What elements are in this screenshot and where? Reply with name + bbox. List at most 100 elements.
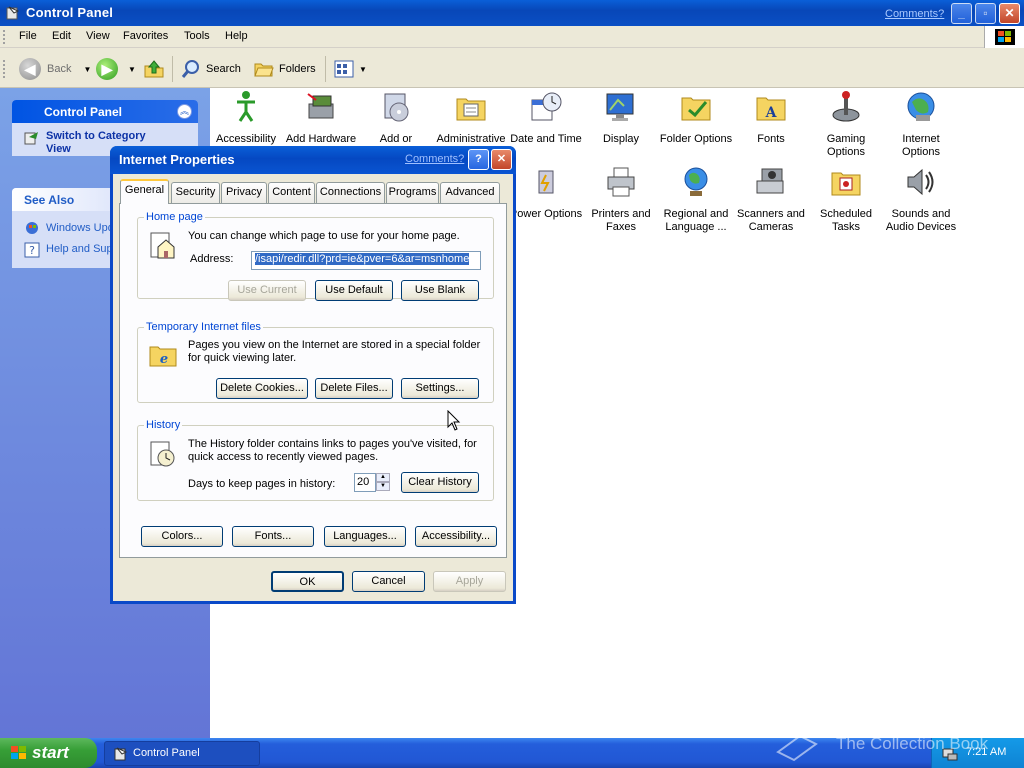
item-label: Regional and Language ... [663, 208, 729, 233]
folders-button[interactable]: Folders [253, 56, 316, 82]
back-button[interactable]: ◀ Back ▼ [19, 56, 91, 82]
address-value: /isapi/redir.dll?prd=ie&pver=6&ar=msnhom… [255, 253, 470, 265]
tab-programs[interactable]: Programs [386, 182, 439, 203]
svg-text:e: e [160, 352, 168, 367]
toolbar-grip [3, 60, 6, 78]
network-tray-icon[interactable] [942, 745, 958, 761]
up-folder-button[interactable] [143, 56, 165, 82]
chevron-down-icon[interactable]: ▼ [128, 65, 136, 74]
forward-button[interactable]: ▶ ▼ [96, 56, 136, 82]
clear-history-button[interactable]: Clear History [401, 472, 479, 493]
taskbar-control-panel-button[interactable]: Control Panel [104, 741, 260, 766]
windows-flag-icon [995, 29, 1015, 45]
ok-button[interactable]: OK [271, 571, 344, 592]
menu-view[interactable]: View [86, 30, 110, 42]
languages-button[interactable]: Languages... [324, 526, 406, 547]
switch-view-icon [24, 132, 38, 145]
svg-text:A: A [765, 105, 778, 121]
chevron-down-icon[interactable]: ▼ [359, 65, 367, 74]
folder-options-item[interactable]: Folder Options [658, 90, 734, 146]
printers-faxes-item[interactable]: Printers and Faxes [583, 165, 659, 234]
item-label: Sounds and Audio Devices [885, 208, 957, 233]
search-icon [181, 60, 199, 78]
add-hardware-item[interactable]: Add Hardware [283, 90, 359, 146]
dialog-comments-link[interactable]: Comments? [405, 153, 464, 165]
item-label: Scheduled Tasks [820, 208, 872, 233]
delete-files-button[interactable]: Delete Files... [315, 378, 393, 399]
start-label: start [32, 743, 69, 762]
history-legend: History [146, 419, 181, 431]
days-spinner[interactable]: ▲ ▼ [376, 473, 390, 492]
internet-options-icon [907, 92, 935, 121]
scheduled-tasks-item[interactable]: Scheduled Tasks [808, 165, 884, 234]
add-remove-programs-item[interactable]: Add or Remov... [358, 90, 434, 148]
use-default-button[interactable]: Use Default [315, 280, 393, 301]
apply-button[interactable]: Apply [433, 571, 506, 592]
help-button[interactable]: ? [468, 149, 489, 170]
help-support-link[interactable]: Help and Sup [46, 243, 113, 255]
folders-icon [254, 63, 274, 77]
regional-language-item[interactable]: Regional and Language ... [658, 165, 734, 234]
clock[interactable]: 7:21 AM [966, 746, 1006, 758]
fonts-item[interactable]: A Fonts [733, 90, 809, 146]
back-arrow-icon: ◀ [19, 58, 41, 80]
date-time-item[interactable]: Date and Time [508, 90, 584, 146]
menu-favorites[interactable]: Favorites [123, 30, 168, 42]
scanners-cameras-item[interactable]: Scanners and Cameras [733, 165, 809, 234]
gaming-options-icon [832, 91, 860, 122]
chevron-down-icon[interactable]: ▼ [83, 65, 91, 74]
taskbar-button-label: Control Panel [133, 747, 200, 759]
menu-file[interactable]: File [19, 30, 37, 42]
spin-down-icon[interactable]: ▼ [376, 482, 390, 491]
close-button[interactable]: ✕ [999, 3, 1020, 24]
views-button[interactable]: ▼ [333, 56, 367, 82]
search-button[interactable]: Search [180, 56, 241, 82]
item-label: Date and Time [510, 133, 582, 145]
tab-content[interactable]: Content [268, 182, 315, 203]
days-to-keep-input[interactable]: 20 [354, 473, 376, 492]
system-tray: 7:21 AM [931, 738, 1024, 768]
item-label: Add Hardware [285, 133, 357, 145]
start-button[interactable]: start [0, 738, 97, 768]
dialog-title: Internet Properties [119, 152, 235, 167]
use-blank-button[interactable]: Use Blank [401, 280, 479, 301]
home-page-address-input[interactable]: /isapi/redir.dll?prd=ie&pver=6&ar=msnhom… [251, 251, 481, 270]
dialog-close-button[interactable]: ✕ [491, 149, 512, 170]
cancel-button[interactable]: Cancel [352, 571, 425, 592]
gaming-options-item[interactable]: Gaming Options [808, 90, 884, 159]
item-label: Printers and Faxes [591, 208, 651, 233]
minimize-button[interactable]: _ [951, 3, 972, 24]
display-item[interactable]: Display [583, 90, 659, 146]
history-description: The History folder contains links to pag… [188, 438, 477, 463]
item-label: Display [602, 133, 640, 145]
colors-button[interactable]: Colors... [141, 526, 223, 547]
use-current-button[interactable]: Use Current [228, 280, 306, 301]
menu-edit[interactable]: Edit [52, 30, 71, 42]
tab-general[interactable]: General [120, 179, 169, 204]
internet-options-item[interactable]: Internet Options [883, 90, 959, 159]
date-time-icon [531, 92, 562, 121]
administrative-tools-item[interactable]: Administrative Tools [433, 90, 509, 148]
windows-update-link[interactable]: Windows Upd [46, 222, 114, 234]
up-folder-icon [144, 60, 164, 78]
delete-cookies-button[interactable]: Delete Cookies... [216, 378, 308, 399]
sounds-audio-item[interactable]: Sounds and Audio Devices [883, 165, 959, 234]
search-label: Search [206, 63, 241, 75]
spin-up-icon[interactable]: ▲ [376, 473, 390, 482]
menu-bar: File Edit View Favorites Tools Help [0, 26, 1024, 48]
scheduled-tasks-icon [831, 172, 861, 196]
settings-button[interactable]: Settings... [401, 378, 479, 399]
comments-link[interactable]: Comments? [885, 8, 944, 20]
fonts-button[interactable]: Fonts... [232, 526, 314, 547]
accessibility-button[interactable]: Accessibility... [415, 526, 497, 547]
collapse-chevron-icon[interactable]: ︽ [177, 104, 192, 119]
tab-security[interactable]: Security [171, 182, 220, 203]
maximize-button[interactable]: ▫ [975, 3, 996, 24]
tab-privacy[interactable]: Privacy [221, 182, 267, 203]
menu-help[interactable]: Help [225, 30, 248, 42]
general-tab-panel: Home page You can change which page to u… [119, 203, 507, 558]
tab-advanced[interactable]: Advanced [440, 182, 500, 203]
tab-connections[interactable]: Connections [316, 182, 385, 203]
power-options-item[interactable]: Power Options [508, 165, 584, 221]
menu-tools[interactable]: Tools [184, 30, 210, 42]
